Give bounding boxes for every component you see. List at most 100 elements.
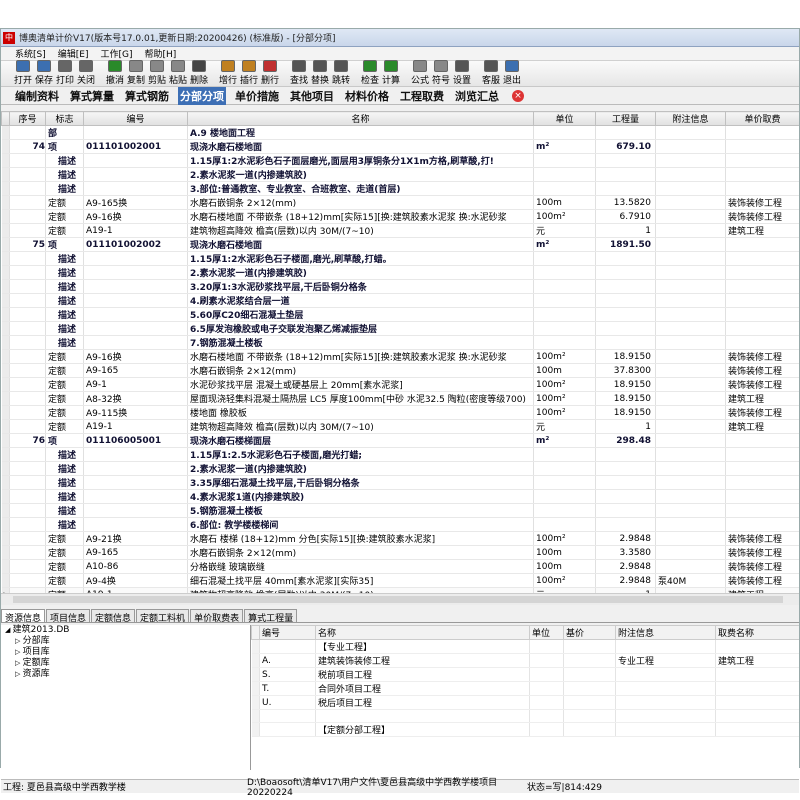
- expand-icon[interactable]: ▷: [15, 637, 23, 645]
- formula-button[interactable]: 公式: [410, 60, 430, 86]
- table-row[interactable]: 定额 A9-21换 水磨石 楼梯 (18+12)mm 分色[实际15][换:建筑胶素…: [1, 531, 799, 546]
- cell-seq[interactable]: [9, 363, 46, 378]
- cell-flag[interactable]: 定额: [45, 391, 84, 406]
- cell-seq[interactable]: [9, 209, 46, 224]
- cell-note[interactable]: [655, 405, 726, 420]
- cell-seq[interactable]: [9, 279, 46, 294]
- cell-unit[interactable]: [533, 265, 596, 280]
- cell-unit[interactable]: [529, 722, 564, 737]
- table-row[interactable]: 定额 A9-4换 细石混凝土找平层 40mm[素水泥浆][实际35] 100m² 2.9…: [1, 573, 799, 588]
- cell-unit[interactable]: [533, 153, 596, 168]
- cell-note[interactable]: [655, 125, 726, 140]
- cell-qty[interactable]: [595, 167, 656, 182]
- cell-name[interactable]: 7.钢筋混凝土楼板: [187, 335, 534, 350]
- cell-code[interactable]: U.: [259, 695, 316, 710]
- cell-unit[interactable]: [529, 709, 564, 723]
- bottom-tab[interactable]: 定额工料机: [136, 609, 190, 624]
- save-button[interactable]: 保存: [34, 60, 54, 86]
- cell-code[interactable]: [83, 181, 188, 196]
- table-row[interactable]: 定额 A19-1 建筑物超高降效 檐高(层数)以内 30M/(7~10) 元 1 建筑工程: [1, 223, 799, 238]
- cell-seq[interactable]: 76: [9, 433, 46, 448]
- cell-fee[interactable]: 建筑工程: [715, 653, 799, 668]
- cell-fee[interactable]: [725, 517, 799, 532]
- cell-note[interactable]: [655, 181, 726, 196]
- cell-flag[interactable]: 定额: [45, 195, 84, 210]
- cell-note[interactable]: [655, 391, 726, 406]
- cell-seq[interactable]: [9, 153, 46, 168]
- cell-note[interactable]: [655, 419, 726, 434]
- cell-unit[interactable]: 100m²: [533, 405, 596, 420]
- menu-item[interactable]: 帮助[H]: [144, 47, 176, 60]
- table-row[interactable]: A. 建筑装饰装修工程 专业工程 建筑工程: [251, 653, 799, 668]
- cell-note[interactable]: [655, 153, 726, 168]
- cell-name[interactable]: 水磨石 楼梯 (18+12)mm 分色[实际15][换:建筑胶素水泥浆]: [187, 531, 534, 546]
- cell-price[interactable]: [563, 681, 616, 696]
- cell-seq[interactable]: [9, 447, 46, 462]
- cell-fee[interactable]: 装饰装修工程: [725, 559, 799, 574]
- cell-code[interactable]: A9-115换: [83, 405, 188, 420]
- cell-unit[interactable]: [533, 307, 596, 322]
- tab-5[interactable]: 其他项目: [288, 87, 336, 105]
- cell-fee[interactable]: [725, 125, 799, 140]
- tab-7[interactable]: 工程取费: [398, 87, 446, 105]
- cell-note[interactable]: [655, 349, 726, 364]
- table-row[interactable]: 定额 A10-86 分格嵌缝 玻璃嵌缝 100m 2.9848 装饰装修工程: [1, 559, 799, 574]
- cell-fee[interactable]: 装饰装修工程: [725, 195, 799, 210]
- cell-name[interactable]: 现浇水磨石楼地面: [187, 237, 534, 252]
- cell-price[interactable]: [563, 722, 616, 737]
- settings-button[interactable]: 设置: [452, 60, 472, 86]
- cell-seq[interactable]: [9, 545, 46, 560]
- cell-flag[interactable]: 项: [45, 237, 84, 252]
- cell-flag[interactable]: 描述: [45, 461, 84, 476]
- cell-fee[interactable]: [725, 265, 799, 280]
- cell-qty[interactable]: 2.9848: [595, 573, 656, 588]
- table-row[interactable]: 74 项 011101002001 现浇水磨石楼地面 m² 679.10: [1, 139, 799, 154]
- table-row[interactable]: 描述 3.35厚细石混凝土找平层,干后卧铜分格条: [1, 475, 799, 490]
- cell-fee[interactable]: 装饰装修工程: [725, 363, 799, 378]
- cell-note[interactable]: [615, 695, 716, 710]
- menu-item[interactable]: 编辑[E]: [58, 47, 89, 60]
- cell-code[interactable]: [83, 475, 188, 490]
- cell-price[interactable]: [563, 709, 616, 723]
- cell-flag[interactable]: 定额: [45, 209, 84, 224]
- close-tab-icon[interactable]: ×: [512, 89, 524, 102]
- check-button[interactable]: 检查: [360, 60, 380, 86]
- cell-flag[interactable]: 定额: [45, 377, 84, 392]
- table-row[interactable]: 定额 A9-16换 水磨石楼地面 不带嵌条 (18+12)mm[实际15][换:建筑…: [1, 349, 799, 364]
- column-header[interactable]: 工程量: [595, 111, 656, 126]
- cell-unit[interactable]: m²: [533, 433, 596, 448]
- cell-code[interactable]: [83, 461, 188, 476]
- table-row[interactable]: 描述 5.60厚C20细石混凝土垫层: [1, 307, 799, 322]
- cell-code[interactable]: [83, 321, 188, 336]
- cell-code[interactable]: [83, 153, 188, 168]
- cell-flag[interactable]: 描述: [45, 153, 84, 168]
- cell-note[interactable]: [655, 363, 726, 378]
- cell-flag[interactable]: 项: [45, 139, 84, 154]
- cell-note[interactable]: [655, 195, 726, 210]
- column-header[interactable]: 取费名称: [715, 625, 799, 640]
- scroll-thumb[interactable]: [13, 596, 783, 603]
- cell-fee[interactable]: [725, 251, 799, 266]
- cell-unit[interactable]: [533, 181, 596, 196]
- cell-flag[interactable]: 定额: [45, 349, 84, 364]
- replace-button[interactable]: 替换: [310, 60, 330, 86]
- column-header[interactable]: 名称: [315, 625, 530, 640]
- cell-name[interactable]: 【专业工程】: [315, 639, 530, 654]
- cell-code[interactable]: 011106005001: [83, 433, 188, 448]
- cell-unit[interactable]: 100m: [533, 195, 596, 210]
- cell-fee[interactable]: [725, 237, 799, 252]
- cell-note[interactable]: [655, 321, 726, 336]
- table-row[interactable]: 定额 A9-165 水磨石嵌铜条 2×12(mm) 100m 3.3580 装饰装修工程: [1, 545, 799, 560]
- cell-qty[interactable]: 298.48: [595, 433, 656, 448]
- cell-name[interactable]: 水磨石嵌铜条 2×12(mm): [187, 545, 534, 560]
- expand-icon[interactable]: ▷: [15, 659, 23, 667]
- library-tree[interactable]: ◢ 建筑2013.DB ▷ 分部库 ▷ 项目库 ▷ 定额库 ▷ 资源库: [1, 625, 251, 770]
- cell-code[interactable]: A9-165换: [83, 195, 188, 210]
- cell-unit[interactable]: [533, 475, 596, 490]
- cell-seq[interactable]: [9, 223, 46, 238]
- table-row[interactable]: T. 合同外项目工程: [251, 681, 799, 696]
- table-row[interactable]: 描述 4.素水泥浆1道(内掺建筑胶): [1, 489, 799, 504]
- table-row[interactable]: 描述 4.刷素水泥浆结合层一道: [1, 293, 799, 308]
- cell-qty[interactable]: [595, 503, 656, 518]
- tab-0[interactable]: 编制资料: [13, 87, 61, 105]
